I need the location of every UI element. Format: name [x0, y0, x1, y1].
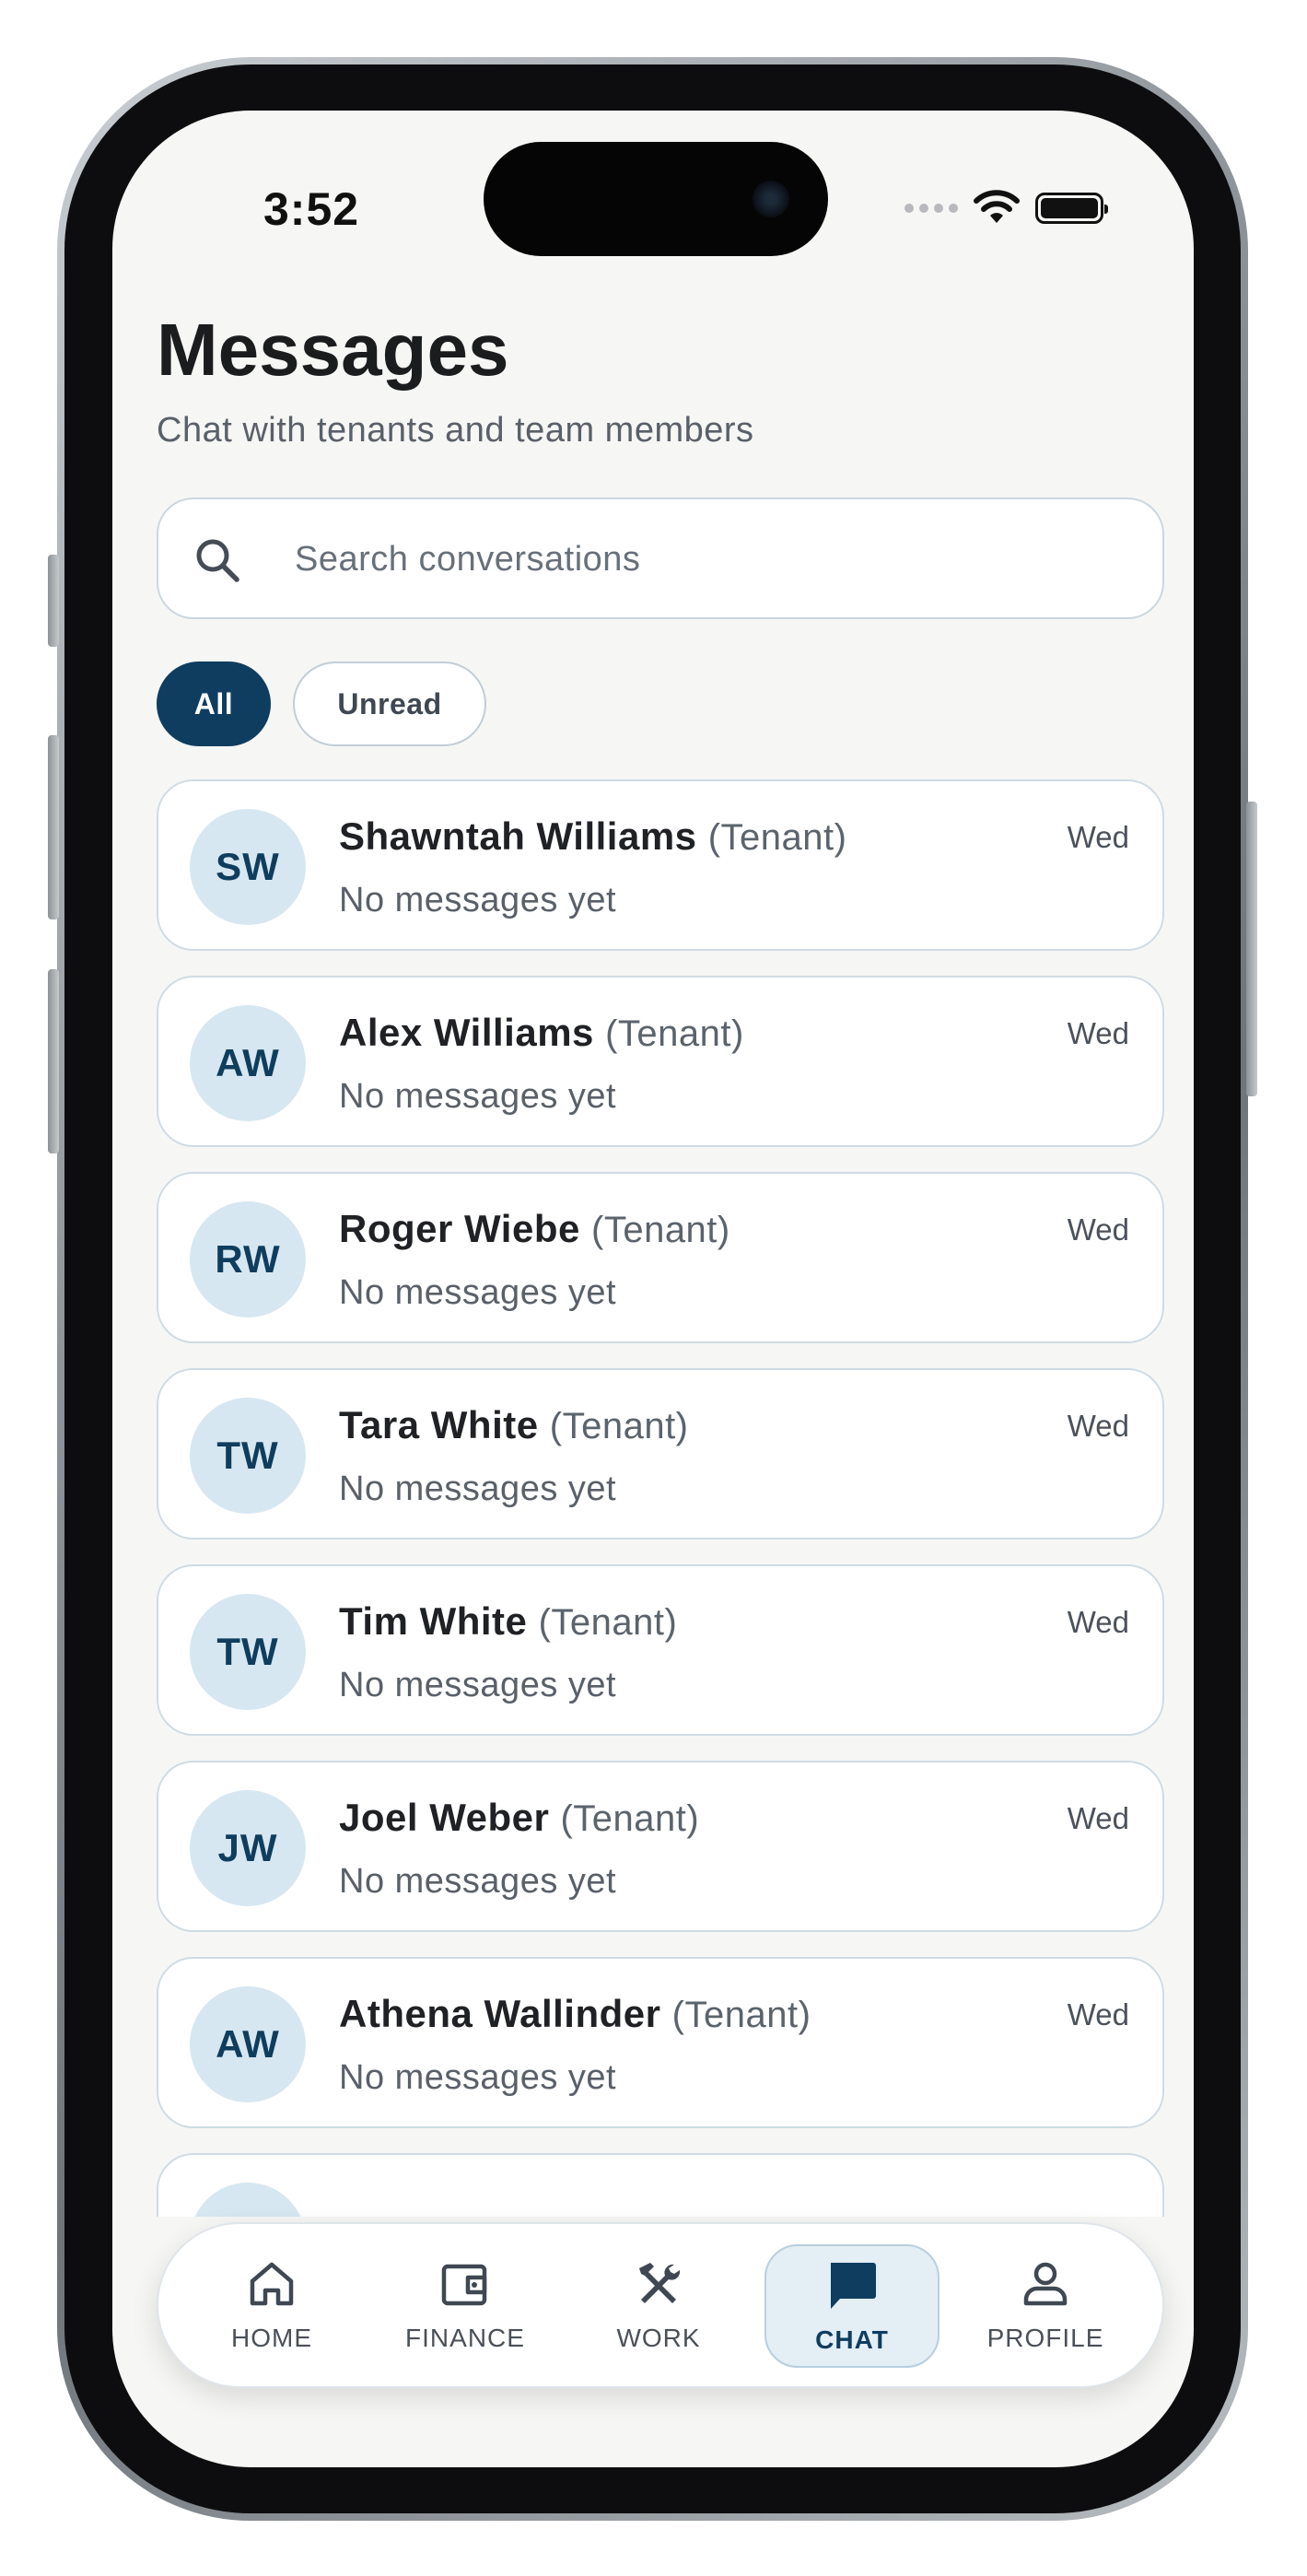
message-time: Wed [1067, 1605, 1129, 1639]
tab-chat[interactable]: CHAT [764, 2244, 939, 2368]
home-icon [250, 2262, 294, 2306]
avatar: AW [190, 1005, 306, 1121]
message-preview: No messages yet [339, 1077, 617, 1116]
contact-role: (Tenant) [591, 1210, 730, 1250]
contact-name: Shawntah Williams [339, 814, 697, 858]
conversation-item[interactable]: AW Alex Williams (Tenant) No messages ye… [157, 976, 1164, 1147]
contact-name-line: Shawntah Williams (Tenant) [339, 814, 846, 859]
message-time: Wed [1067, 1212, 1129, 1247]
contact-name-line: Tim White (Tenant) [339, 1599, 677, 1644]
message-time: Wed [1067, 820, 1129, 854]
volume-up-button [48, 735, 59, 919]
contact-role: (Tenant) [538, 1602, 678, 1643]
conversation-item[interactable]: AW Athena Wallinder (Tenant) No messages… [157, 1957, 1164, 2128]
search-icon [196, 539, 239, 582]
tab-label: CHAT [815, 2325, 889, 2354]
contact-name-line: Alex Williams (Tenant) [339, 1011, 744, 1055]
conversation-item[interactable]: TW Tara White (Tenant) No messages yet W… [157, 1368, 1164, 1540]
wifi-icon [974, 190, 1020, 223]
power-button [1246, 802, 1257, 1096]
person-icon [1023, 2262, 1068, 2306]
conversation-item[interactable]: TW Tim White (Tenant) No messages yet We… [157, 1564, 1164, 1736]
conversation-item[interactable]: JW Joel Weber (Tenant) No messages yet W… [157, 1761, 1164, 1932]
contact-name: Joel Weber [339, 1796, 550, 1839]
contact-name: Tim White [339, 1599, 528, 1643]
message-preview: No messages yet [339, 881, 617, 919]
dynamic-island [484, 142, 828, 256]
contact-name: Athena Wallinder [339, 1992, 661, 2035]
tab-label: PROFILE [986, 2324, 1104, 2352]
action-button [48, 555, 59, 647]
avatar: SW [190, 809, 306, 925]
message-preview: No messages yet [339, 1666, 617, 1704]
screen: 3:52 Messages Chat with tenants and team… [112, 111, 1194, 2467]
conversation-item[interactable]: RW Roger Wiebe (Tenant) No messages yet … [157, 1172, 1164, 1343]
contact-role: (Tenant) [671, 1995, 811, 2035]
volume-down-button [48, 969, 59, 1153]
message-time: Wed [1067, 1997, 1129, 2032]
message-preview: No messages yet [339, 1273, 617, 1312]
status-indicators [904, 190, 1108, 227]
bottom-tab-bar: HOME FINANCE WORK CHAT PROFILE [157, 2222, 1164, 2388]
message-time: Wed [1067, 1409, 1129, 1443]
search-bar[interactable] [157, 498, 1164, 619]
contact-name: Alex Williams [339, 1011, 594, 1054]
avatar: AW [190, 1986, 306, 2102]
message-preview: No messages yet [339, 2058, 617, 2097]
contact-name: Roger Wiebe [339, 1207, 580, 1250]
contact-role: (Tenant) [549, 1406, 689, 1446]
contact-name-line: Tara White (Tenant) [339, 1403, 689, 1447]
status-time: 3:52 [263, 183, 360, 235]
contact-name: Tara White [339, 1403, 539, 1446]
search-input[interactable] [293, 499, 1126, 619]
avatar: RW [190, 1201, 306, 1317]
contact-role: (Tenant) [605, 1013, 744, 1054]
hammer-wrench-icon [639, 2263, 681, 2303]
avatar: JW [190, 1790, 306, 1906]
tab-label: FINANCE [405, 2324, 525, 2352]
message-preview: No messages yet [339, 1862, 617, 1901]
avatar [190, 2183, 306, 2217]
message-preview: No messages yet [339, 1469, 617, 1508]
avatar: TW [190, 1398, 306, 1514]
conversation-item-partial[interactable] [157, 2153, 1164, 2217]
conversation-list: SW Shawntah Williams (Tenant) No message… [157, 779, 1164, 2217]
contact-name-line: Joel Weber (Tenant) [339, 1796, 699, 1840]
camera-icon [753, 181, 789, 217]
conversation-item[interactable]: SW Shawntah Williams (Tenant) No message… [157, 779, 1164, 951]
tab-finance[interactable]: FINANCE [378, 2244, 553, 2368]
wallet-icon [441, 2264, 487, 2306]
contact-name-line: Athena Wallinder (Tenant) [339, 1992, 811, 2036]
message-time: Wed [1067, 1016, 1129, 1050]
filter-unread-chip[interactable]: Unread [293, 662, 486, 746]
avatar: TW [190, 1594, 306, 1710]
contact-role: (Tenant) [707, 817, 847, 858]
tab-label: WORK [616, 2324, 701, 2352]
tab-home[interactable]: HOME [184, 2244, 359, 2368]
battery-icon [1035, 193, 1108, 224]
tab-profile[interactable]: PROFILE [958, 2244, 1133, 2368]
page-subtitle: Chat with tenants and team members [157, 411, 754, 450]
filter-all-chip[interactable]: All [157, 662, 271, 746]
contact-role: (Tenant) [560, 1798, 700, 1839]
tab-work[interactable]: WORK [571, 2244, 746, 2368]
tab-label: HOME [231, 2324, 312, 2352]
cellular-signal-icon [904, 204, 958, 213]
page-title: Messages [157, 309, 509, 391]
message-time: Wed [1067, 1801, 1129, 1835]
chat-bubble-icon [831, 2263, 876, 2309]
contact-name-line: Roger Wiebe (Tenant) [339, 1207, 730, 1251]
